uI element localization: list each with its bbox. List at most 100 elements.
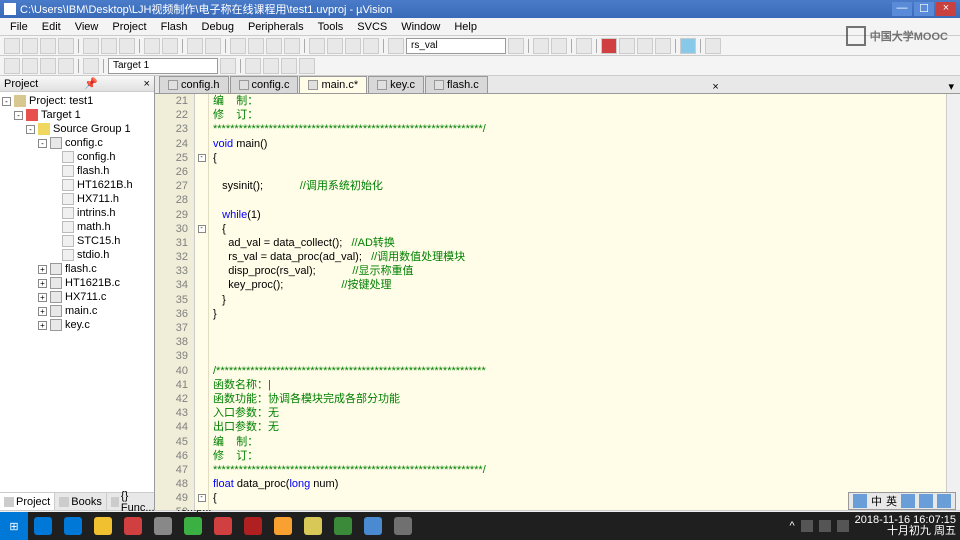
- comment-icon[interactable]: [345, 38, 361, 54]
- options-icon[interactable]: [220, 58, 236, 74]
- tools-icon[interactable]: [705, 38, 721, 54]
- outdent-icon[interactable]: [327, 38, 343, 54]
- ime-punct-icon[interactable]: [901, 494, 915, 508]
- project-tree[interactable]: -Project: test1-Target 1-Source Group 1-…: [0, 92, 154, 492]
- system-tray[interactable]: ^ 2018-11-16 16:07:15 十月初九 周五: [789, 515, 960, 537]
- debug-icon[interactable]: [533, 38, 549, 54]
- taskbar-app-7[interactable]: [239, 514, 267, 538]
- taskbar-app-5[interactable]: [179, 514, 207, 538]
- vertical-scrollbar[interactable]: [946, 94, 960, 510]
- rebuild-icon[interactable]: [22, 58, 38, 74]
- menu-project[interactable]: Project: [106, 19, 152, 35]
- code-editor[interactable]: 2122232425262728293031323334353637383940…: [155, 94, 960, 510]
- maximize-button[interactable]: ☐: [914, 2, 934, 16]
- tree-main_c[interactable]: +main.c: [2, 304, 152, 318]
- tree-hx711_h[interactable]: HX711.h: [2, 192, 152, 206]
- tray-network-icon[interactable]: [801, 520, 813, 532]
- bookmark-next-icon[interactable]: [266, 38, 282, 54]
- manage-icon[interactable]: [245, 58, 261, 74]
- file-tab-flash-c[interactable]: flash.c: [425, 76, 488, 93]
- file-tab-config-h[interactable]: config.h: [159, 76, 229, 93]
- new-icon[interactable]: [4, 38, 20, 54]
- tree-stc15_h[interactable]: STC15.h: [2, 234, 152, 248]
- tree-project[interactable]: -Project: test1: [2, 94, 152, 108]
- tray-chevron-icon[interactable]: ^: [789, 520, 794, 532]
- fold-toggle-icon[interactable]: -: [198, 154, 206, 162]
- sidebar-tab-1[interactable]: Books: [55, 493, 107, 510]
- bookmark-prev-icon[interactable]: [248, 38, 264, 54]
- menu-flash[interactable]: Flash: [155, 19, 194, 35]
- menu-debug[interactable]: Debug: [196, 19, 240, 35]
- tree-flash_c[interactable]: +flash.c: [2, 262, 152, 276]
- run-icon[interactable]: [619, 38, 635, 54]
- stop-icon[interactable]: [601, 38, 617, 54]
- file-tab-key-c[interactable]: key.c: [368, 76, 424, 93]
- indent-icon[interactable]: [309, 38, 325, 54]
- bookmark-clear-icon[interactable]: [284, 38, 300, 54]
- breakpoint-icon[interactable]: [551, 38, 567, 54]
- save-all-icon[interactable]: [58, 38, 74, 54]
- taskbar-app-2[interactable]: [89, 514, 117, 538]
- tree-intrins_h[interactable]: intrins.h: [2, 206, 152, 220]
- book-icon[interactable]: [299, 58, 315, 74]
- menu-edit[interactable]: Edit: [36, 19, 67, 35]
- config-icon[interactable]: [680, 38, 696, 54]
- tree-stdio_h[interactable]: stdio.h: [2, 248, 152, 262]
- taskbar-app-3[interactable]: [119, 514, 147, 538]
- tree-hx711_c[interactable]: +HX711.c: [2, 290, 152, 304]
- taskbar-app-0[interactable]: [29, 514, 57, 538]
- build-all-icon[interactable]: [40, 58, 56, 74]
- tray-app-icon[interactable]: [837, 520, 849, 532]
- tree-toggle-icon[interactable]: +: [38, 265, 47, 274]
- tab-dropdown-icon[interactable]: ▾: [942, 80, 960, 93]
- tree-config-c[interactable]: -config.c: [2, 136, 152, 150]
- menu-svcs[interactable]: SVCS: [351, 19, 393, 35]
- start-button[interactable]: ⊞: [0, 512, 28, 540]
- find-next-icon[interactable]: [508, 38, 524, 54]
- download-icon[interactable]: [83, 58, 99, 74]
- tool-a-icon[interactable]: [576, 38, 592, 54]
- ime-help-icon[interactable]: [937, 494, 951, 508]
- target-combo[interactable]: [108, 58, 218, 74]
- find-icon[interactable]: [388, 38, 404, 54]
- file-tab-config-c[interactable]: config.c: [230, 76, 299, 93]
- step-over-icon[interactable]: [655, 38, 671, 54]
- menu-tools[interactable]: Tools: [312, 19, 350, 35]
- taskbar-app-11[interactable]: [359, 514, 387, 538]
- taskbar-app-6[interactable]: [209, 514, 237, 538]
- taskbar-clock[interactable]: 2018-11-16 16:07:15 十月初九 周五: [855, 515, 956, 537]
- build-icon[interactable]: [4, 58, 20, 74]
- tree-toggle-icon[interactable]: +: [38, 321, 47, 330]
- taskbar-app-9[interactable]: [299, 514, 327, 538]
- windows-taskbar[interactable]: ⊞ ^ 2018-11-16 16:07:15 十月初九 周五: [0, 512, 960, 540]
- taskbar-app-12[interactable]: [389, 514, 417, 538]
- save-icon[interactable]: [40, 38, 56, 54]
- tree-toggle-icon[interactable]: -: [2, 97, 11, 106]
- tree-group[interactable]: -Source Group 1: [2, 122, 152, 136]
- panel-close-icon[interactable]: ×: [144, 78, 150, 90]
- ime-mode[interactable]: 英: [886, 493, 897, 509]
- tab-close-icon[interactable]: ×: [706, 81, 724, 93]
- menu-window[interactable]: Window: [395, 19, 446, 35]
- code-content[interactable]: 编 制：修 订：********************************…: [209, 94, 946, 510]
- nav-back-icon[interactable]: [187, 38, 203, 54]
- sidebar-tab-0[interactable]: Project: [0, 493, 55, 510]
- batch-icon[interactable]: [58, 58, 74, 74]
- tree-config_h[interactable]: config.h: [2, 150, 152, 164]
- tree-target[interactable]: -Target 1: [2, 108, 152, 122]
- undo-icon[interactable]: [144, 38, 160, 54]
- ime-icon[interactable]: [853, 494, 867, 508]
- tree-ht1621b_c[interactable]: +HT1621B.c: [2, 276, 152, 290]
- tree-toggle-icon[interactable]: +: [38, 307, 47, 316]
- tree-toggle-icon[interactable]: -: [26, 125, 35, 134]
- file-ext-icon[interactable]: [263, 58, 279, 74]
- copy-icon[interactable]: [101, 38, 117, 54]
- pack-icon[interactable]: [281, 58, 297, 74]
- tree-ht1621b_h[interactable]: HT1621B.h: [2, 178, 152, 192]
- menu-file[interactable]: File: [4, 19, 34, 35]
- close-button[interactable]: ×: [936, 2, 956, 16]
- pin-icon[interactable]: 📌: [84, 77, 98, 90]
- ime-keyboard-icon[interactable]: [919, 494, 933, 508]
- fold-toggle-icon[interactable]: -: [198, 225, 206, 233]
- tree-math_h[interactable]: math.h: [2, 220, 152, 234]
